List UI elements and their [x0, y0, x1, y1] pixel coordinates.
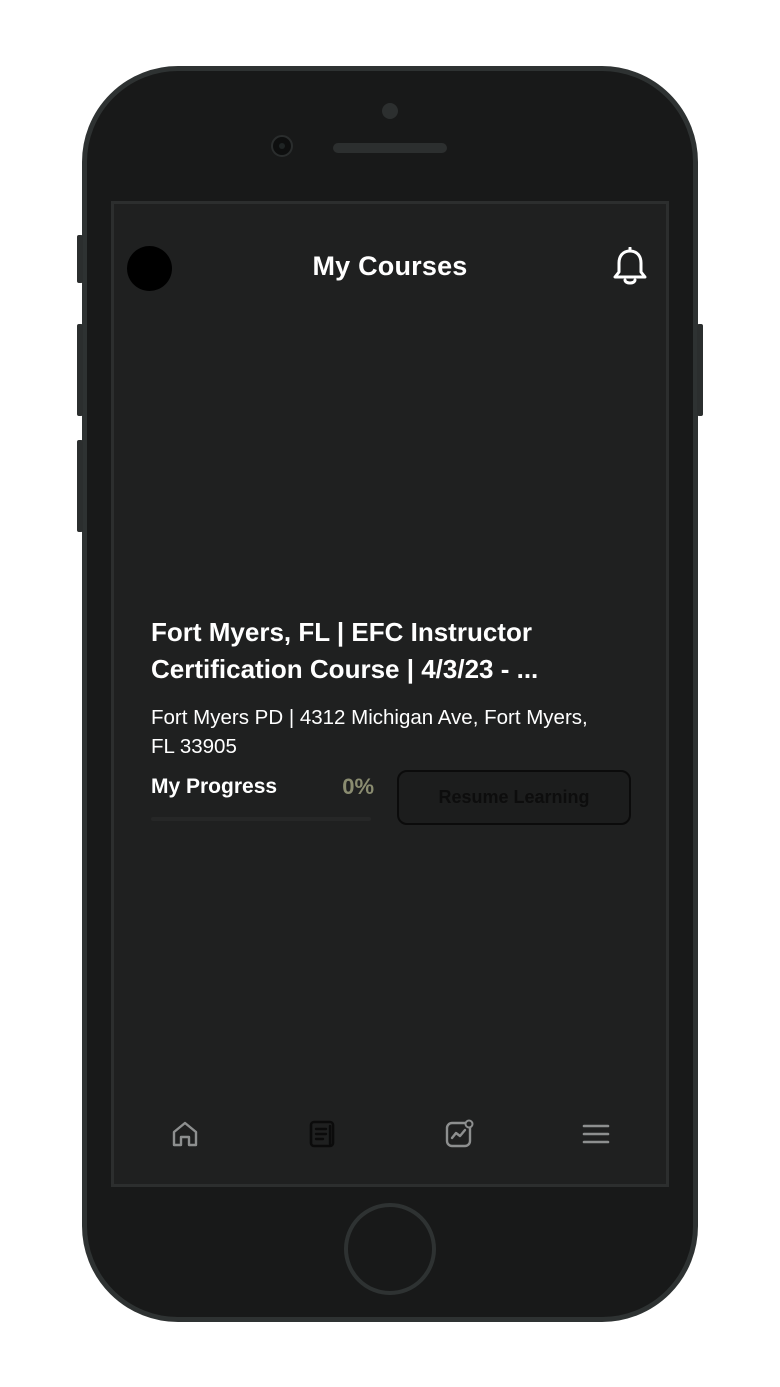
- earpiece-speaker: [333, 143, 447, 153]
- power-button: [697, 324, 703, 416]
- front-camera: [271, 135, 293, 157]
- home-icon[interactable]: [170, 1119, 200, 1149]
- course-location: Fort Myers PD | 4312 Michigan Ave, Fort …: [151, 703, 631, 761]
- menu-icon[interactable]: [581, 1119, 611, 1149]
- resume-learning-button[interactable]: Resume Learning: [397, 770, 631, 825]
- progress-bar: [151, 817, 371, 821]
- proximity-sensor: [382, 103, 398, 119]
- courses-icon[interactable]: [307, 1119, 337, 1149]
- course-card[interactable]: Fort Myers, FL | EFC Instructor Certific…: [151, 614, 637, 854]
- progress-label: My Progress: [151, 775, 278, 798]
- app-screen: My Courses Fort Myers, FL | EFC Instruct…: [111, 201, 669, 1187]
- volume-up-button: [77, 324, 83, 416]
- volume-down-button: [77, 440, 83, 532]
- course-title-line-2: Certification Course | 4/3/23 - ...: [151, 654, 539, 684]
- analytics-icon[interactable]: [444, 1119, 474, 1149]
- course-title[interactable]: Fort Myers, FL | EFC Instructor Certific…: [151, 614, 631, 688]
- course-location-line-2: FL 33905: [151, 735, 237, 758]
- bell-icon[interactable]: [612, 247, 648, 287]
- home-button[interactable]: [344, 1203, 436, 1295]
- page-title: My Courses: [312, 251, 468, 281]
- course-title-line-1: Fort Myers, FL | EFC Instructor: [151, 617, 532, 647]
- progress-percentage: 0%: [342, 774, 374, 799]
- mute-switch: [77, 235, 83, 283]
- course-location-line-1: Fort Myers PD | 4312 Michigan Ave, Fort …: [151, 706, 588, 729]
- bottom-tab-bar: [114, 1119, 666, 1163]
